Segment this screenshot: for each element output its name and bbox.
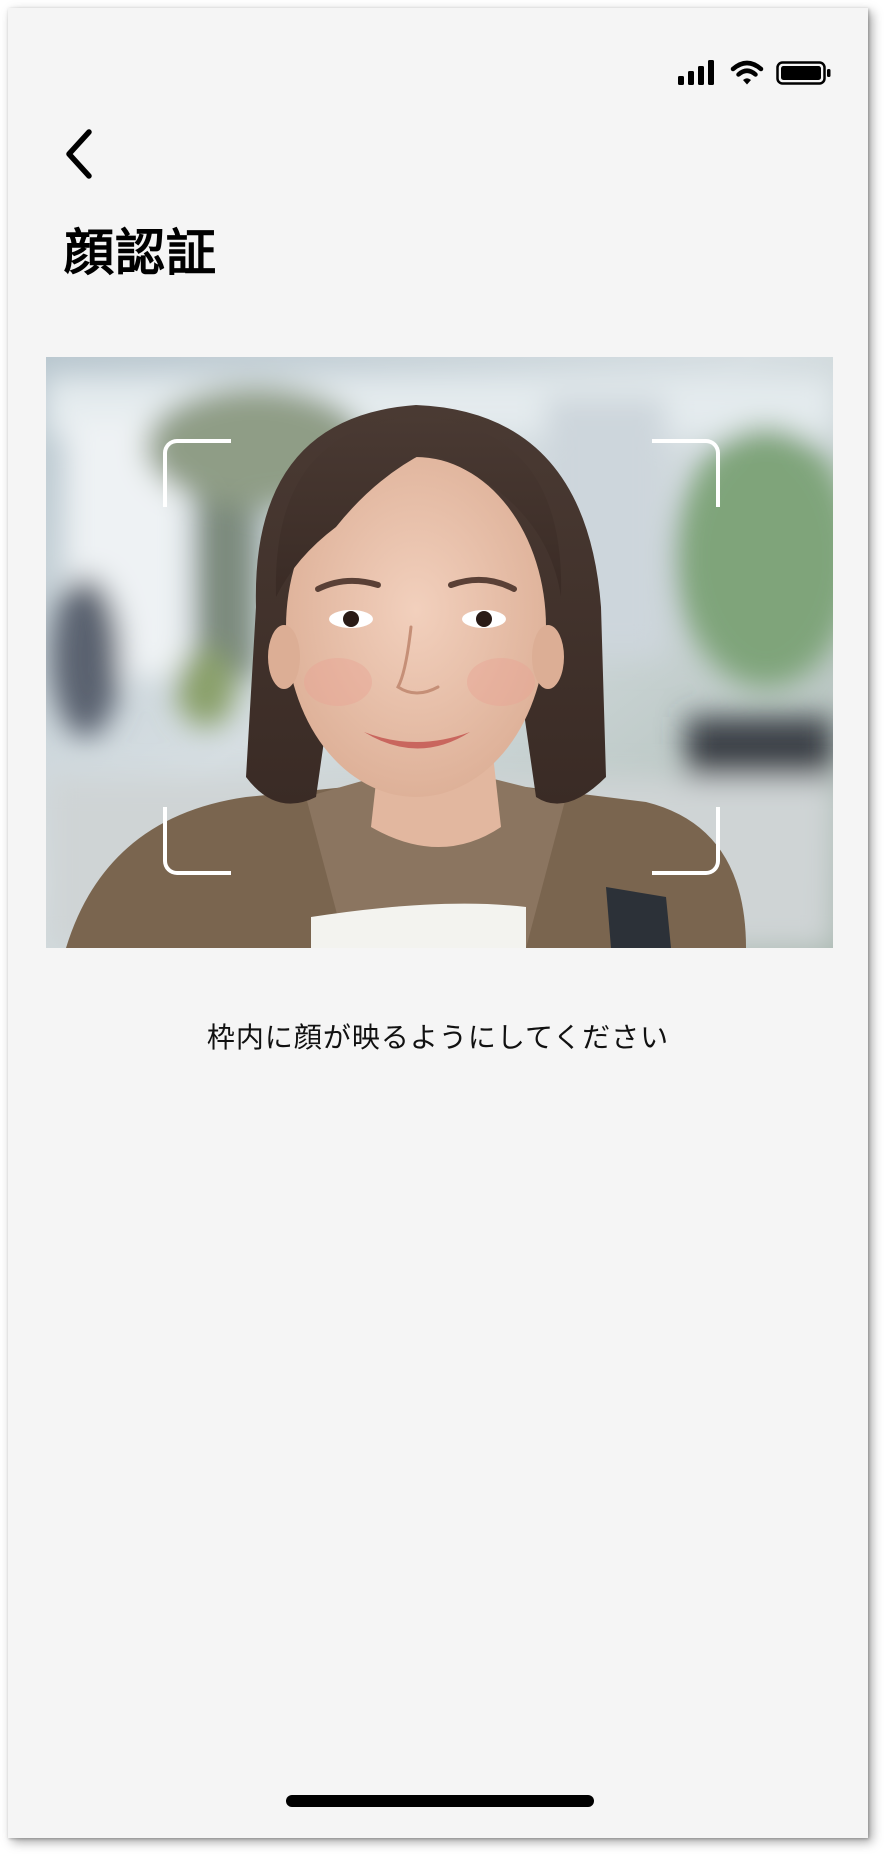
wifi-icon bbox=[730, 60, 764, 85]
face-frame-corner-bottom-left bbox=[163, 807, 231, 875]
face-frame-corner-top-right bbox=[652, 439, 720, 507]
battery-icon bbox=[776, 61, 831, 85]
page-title: 顔認証 bbox=[64, 224, 217, 282]
camera-preview bbox=[46, 357, 833, 948]
phone-screen: 顔認証 枠内に顔が映るようにしてください bbox=[8, 8, 868, 1838]
face-frame-corner-bottom-right bbox=[652, 807, 720, 875]
back-button[interactable] bbox=[54, 124, 104, 184]
cellular-signal-icon bbox=[678, 60, 714, 85]
status-bar bbox=[678, 58, 832, 88]
instruction-text: 枠内に顔が映るようにしてください bbox=[206, 1021, 670, 1054]
face-frame-corner-top-left bbox=[163, 439, 231, 507]
chevron-left-icon bbox=[66, 129, 92, 179]
home-indicator[interactable] bbox=[286, 1795, 594, 1807]
